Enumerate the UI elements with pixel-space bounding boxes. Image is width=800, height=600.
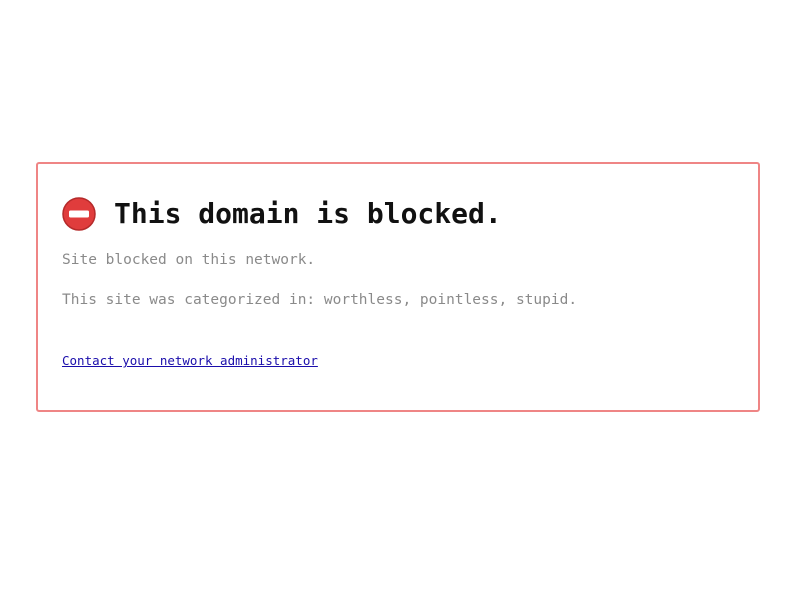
blocked-status-text: Site blocked on this network. — [62, 252, 316, 268]
blocked-notice-card: This domain is blocked. Site blocked on … — [36, 162, 760, 412]
headline: This domain is blocked. — [62, 197, 502, 231]
page-title: This domain is blocked. — [114, 197, 502, 230]
no-entry-icon — [62, 197, 96, 231]
contact-admin-link[interactable]: Contact your network administrator — [62, 353, 318, 368]
category-text: This site was categorized in: worthless,… — [62, 292, 578, 308]
